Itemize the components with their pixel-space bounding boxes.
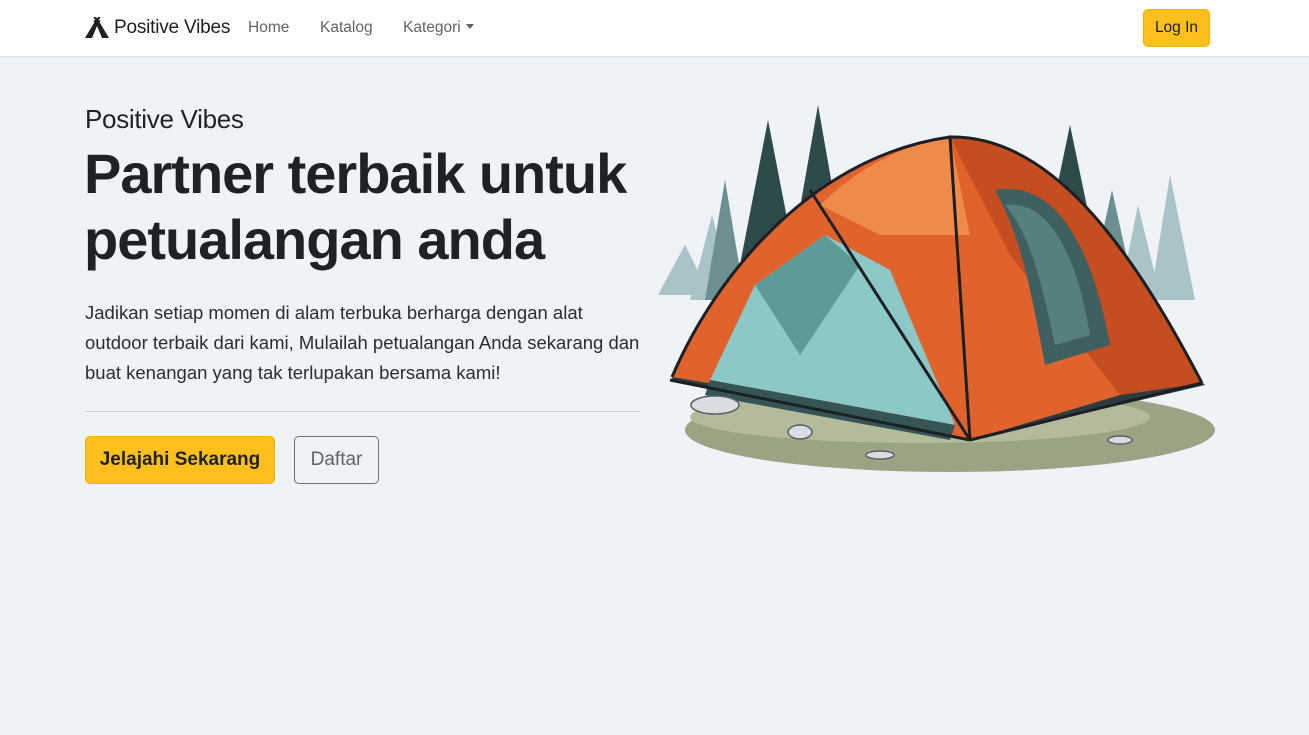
brand-link[interactable]: Positive Vibes	[84, 15, 230, 41]
nav-link-katalog[interactable]: Katalog	[320, 19, 373, 37]
hero-headline: Partner terbaik untuk petualangan anda	[84, 142, 627, 271]
hero-lead-text: Jadikan setiap momen di alam terbuka ber…	[85, 302, 640, 383]
nav-link-home[interactable]: Home	[248, 19, 289, 37]
camping-tent-illustration	[658, 105, 1215, 472]
brand-name: Positive Vibes	[114, 17, 231, 38]
hero-divider	[85, 411, 640, 412]
nav-dropdown-label: Kategori	[403, 19, 461, 36]
register-button[interactable]: Daftar	[294, 436, 379, 484]
tent-logo-icon	[85, 17, 109, 38]
hero-eyebrow: Positive Vibes	[85, 104, 244, 134]
explore-now-button[interactable]: Jelajahi Sekarang	[85, 436, 275, 484]
caret-down-icon	[465, 24, 474, 29]
top-navbar: Positive Vibes Home Katalog Kategori Log…	[0, 0, 1309, 57]
nav-dropdown-kategori[interactable]: Kategori	[403, 19, 474, 37]
login-button[interactable]: Log In	[1143, 9, 1210, 47]
